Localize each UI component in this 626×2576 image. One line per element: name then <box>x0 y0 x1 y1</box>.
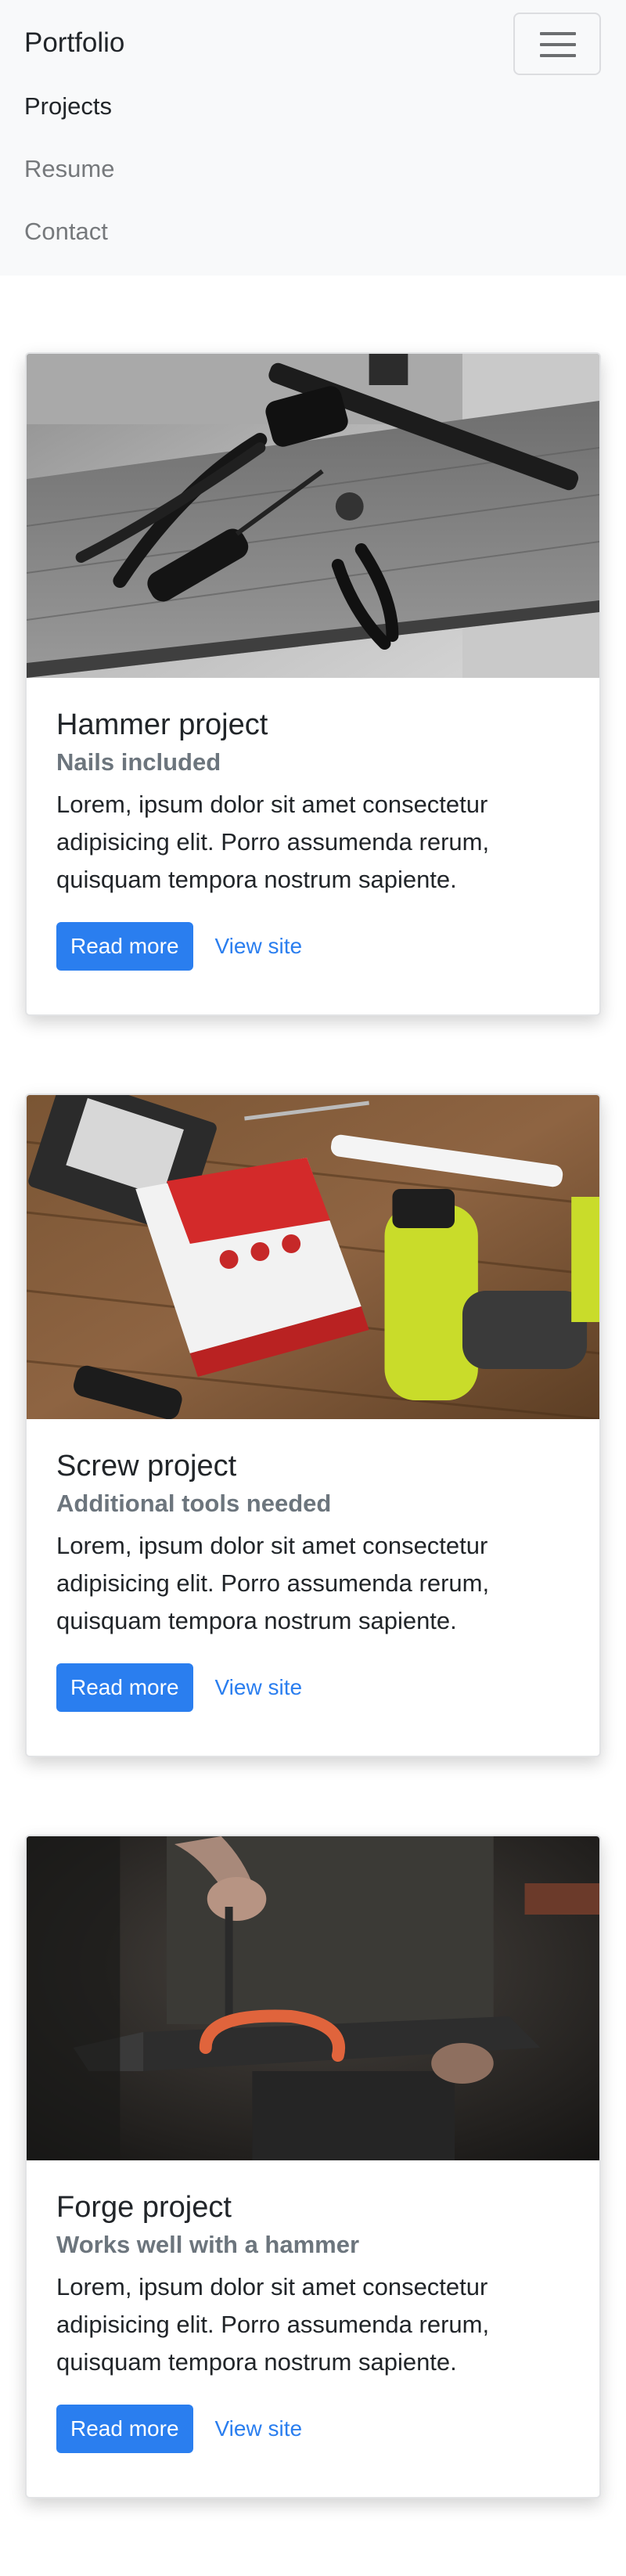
card-text: Lorem, ipsum dolor sit amet consectetur … <box>56 791 490 893</box>
card-title: Hammer project <box>56 708 268 741</box>
navbar-toggler-button[interactable] <box>513 13 601 75</box>
drill-and-screws-photo <box>27 1095 599 1419</box>
card-actions: Read more View site <box>56 2405 570 2453</box>
anvil-horseshoe-photo <box>27 1836 599 2160</box>
read-more-button[interactable]: Read more <box>56 2405 193 2453</box>
card-body: Forge project Works well with a hammer L… <box>27 2160 599 2453</box>
projects-list: Hammer project Nails included Lorem, ips… <box>0 276 626 2499</box>
card-title: Forge project <box>56 2191 232 2224</box>
card-subtitle: Additional tools needed <box>56 1490 332 1517</box>
read-more-button[interactable]: Read more <box>56 922 193 971</box>
view-site-link[interactable]: View site <box>215 2416 303 2441</box>
card-body: Hammer project Nails included Lorem, ips… <box>27 678 599 971</box>
view-site-link[interactable]: View site <box>215 1675 303 1700</box>
read-more-button[interactable]: Read more <box>56 1663 193 1712</box>
card-subtitle: Works well with a hammer <box>56 2231 360 2258</box>
hamburger-icon <box>540 32 576 57</box>
card-actions: Read more View site <box>56 1663 570 1712</box>
card-text: Lorem, ipsum dolor sit amet consectetur … <box>56 1532 490 1634</box>
nav-links: Projects Resume Contact <box>24 88 114 276</box>
card-actions: Read more View site <box>56 922 570 971</box>
nav-link-projects[interactable]: Projects <box>24 92 112 120</box>
nav-item-contact: Contact <box>24 213 114 276</box>
card-text: Lorem, ipsum dolor sit amet consectetur … <box>56 2273 490 2376</box>
view-site-link[interactable]: View site <box>215 934 303 959</box>
nav-link-resume[interactable]: Resume <box>24 155 114 182</box>
card-subtitle: Nails included <box>56 748 221 776</box>
brand-link[interactable]: Portfolio <box>24 27 124 59</box>
nav-link-contact[interactable]: Contact <box>24 218 108 245</box>
card-title: Screw project <box>56 1450 237 1483</box>
workbench-tools-photo <box>27 354 599 678</box>
project-card-forge: Forge project Works well with a hammer L… <box>25 1835 601 2499</box>
project-card-screw: Screw project Additional tools needed Lo… <box>25 1093 601 1757</box>
nav-item-projects: Projects <box>24 88 114 150</box>
nav-item-resume: Resume <box>24 150 114 213</box>
project-card-hammer: Hammer project Nails included Lorem, ips… <box>25 352 601 1016</box>
navbar: Portfolio Projects Resume Contact <box>0 0 626 276</box>
card-body: Screw project Additional tools needed Lo… <box>27 1419 599 1712</box>
